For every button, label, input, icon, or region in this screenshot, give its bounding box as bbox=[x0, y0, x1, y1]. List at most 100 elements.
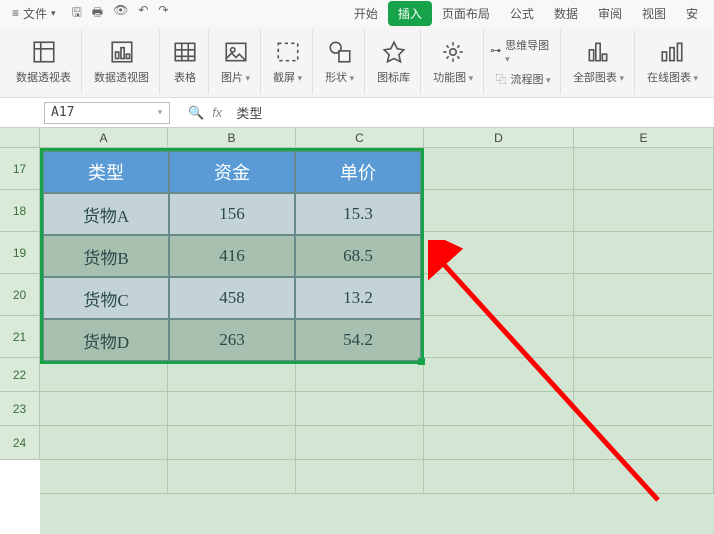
row-header[interactable]: 17 bbox=[0, 148, 40, 190]
row-header[interactable]: 21 bbox=[0, 316, 40, 358]
quick-access-toolbar: 🖫 🖶 👁 ↶ ↷ bbox=[72, 3, 169, 24]
row-header[interactable]: 19 bbox=[0, 232, 40, 274]
pivot-table-icon bbox=[31, 39, 57, 65]
pivot-table-label: 数据透视表 bbox=[16, 69, 71, 85]
cell-price[interactable]: 54.2 bbox=[295, 319, 421, 361]
col-header-d[interactable]: D bbox=[424, 128, 574, 148]
table-button[interactable]: 表格 bbox=[162, 30, 209, 94]
table-header-row: 类型 资金 单价 bbox=[43, 151, 421, 193]
icon-library-button[interactable]: 图标库 bbox=[367, 30, 421, 94]
cell-type[interactable]: 货物C bbox=[43, 277, 169, 319]
cell-price[interactable]: 68.5 bbox=[295, 235, 421, 277]
picture-icon bbox=[223, 39, 249, 65]
cell-header-fund[interactable]: 资金 bbox=[169, 151, 295, 193]
cell-header-price[interactable]: 单价 bbox=[295, 151, 421, 193]
col-header-c[interactable]: C bbox=[296, 128, 424, 148]
name-box[interactable]: A17 bbox=[44, 102, 170, 124]
row-header[interactable]: 24 bbox=[0, 426, 40, 460]
table-row: 货物B 416 68.5 bbox=[43, 235, 421, 277]
flowchart-label: 流程图 bbox=[511, 71, 551, 87]
tab-insert[interactable]: 插入 bbox=[388, 1, 432, 26]
column-headers: A B C D E bbox=[40, 128, 714, 148]
cell-fund[interactable]: 263 bbox=[169, 319, 295, 361]
all-charts-label: 全部图表 bbox=[573, 69, 624, 85]
pivot-chart-button[interactable]: 数据透视图 bbox=[84, 30, 160, 94]
tab-review[interactable]: 审阅 bbox=[588, 1, 632, 26]
row-header[interactable]: 20 bbox=[0, 274, 40, 316]
zoom-icon[interactable]: 🔍 bbox=[188, 105, 204, 121]
col-header-e[interactable]: E bbox=[574, 128, 714, 148]
formula-bar: A17 🔍 fx bbox=[0, 98, 714, 128]
shapes-button[interactable]: 形状 bbox=[315, 30, 365, 94]
spreadsheet-grid[interactable]: A B C D E 17 18 19 20 21 22 23 24 类型 资金 … bbox=[0, 128, 714, 534]
picture-label: 图片 bbox=[221, 69, 250, 85]
table-row: 货物C 458 13.2 bbox=[43, 277, 421, 319]
formula-input[interactable] bbox=[230, 102, 714, 124]
tab-layout[interactable]: 页面布局 bbox=[432, 1, 500, 26]
ribbon: 数据透视表 数据透视图 表格 图片 截屏 形状 图标库 功能图 ⊶ 思维导图 ⿻流… bbox=[0, 26, 714, 98]
tab-formula[interactable]: 公式 bbox=[500, 1, 544, 26]
name-box-value: A17 bbox=[51, 105, 74, 120]
cell-fund[interactable]: 416 bbox=[169, 235, 295, 277]
table-row: 货物A 156 15.3 bbox=[43, 193, 421, 235]
screenshot-icon bbox=[275, 39, 301, 65]
row-header[interactable]: 18 bbox=[0, 190, 40, 232]
chevron-down-icon: ▾ bbox=[51, 8, 56, 19]
tab-more[interactable]: 安 bbox=[676, 1, 708, 26]
selected-range: 类型 资金 单价 货物A 156 15.3 货物B 416 68.5 货物C 4… bbox=[40, 148, 424, 364]
screenshot-button[interactable]: 截屏 bbox=[263, 30, 313, 94]
icon-lib-label: 图标库 bbox=[377, 69, 410, 85]
fx-icon[interactable]: fx bbox=[212, 105, 222, 120]
redo-icon[interactable]: ↷ bbox=[158, 3, 168, 24]
picture-button[interactable]: 图片 bbox=[211, 30, 261, 94]
row-headers: 17 18 19 20 21 22 23 24 bbox=[0, 148, 40, 460]
menu-icon: ≡ bbox=[12, 6, 19, 20]
mindmap-label: 思维导图 bbox=[505, 37, 556, 65]
online-chart-button[interactable]: 在线图表 bbox=[637, 30, 708, 94]
row-header[interactable]: 23 bbox=[0, 392, 40, 426]
screenshot-label: 截屏 bbox=[273, 69, 302, 85]
shapes-label: 形状 bbox=[325, 69, 354, 85]
menu-bar: ≡ 文件 ▾ 🖫 🖶 👁 ↶ ↷ 开始 插入 页面布局 公式 数据 审阅 视图 … bbox=[0, 0, 714, 26]
col-header-b[interactable]: B bbox=[168, 128, 296, 148]
fx-icons: 🔍 fx bbox=[188, 105, 222, 121]
print-preview-icon[interactable]: 👁 bbox=[113, 3, 128, 24]
file-menu-button[interactable]: ≡ 文件 ▾ bbox=[6, 3, 62, 24]
undo-icon[interactable]: ↶ bbox=[138, 3, 148, 24]
fill-handle[interactable] bbox=[418, 358, 425, 365]
cell-header-type[interactable]: 类型 bbox=[43, 151, 169, 193]
table-row: 货物D 263 54.2 bbox=[43, 319, 421, 361]
cell-price[interactable]: 13.2 bbox=[295, 277, 421, 319]
flowchart-button[interactable]: ⿻流程图 bbox=[496, 71, 551, 87]
cell-type[interactable]: 货物D bbox=[43, 319, 169, 361]
online-chart-icon bbox=[659, 39, 685, 65]
tab-view[interactable]: 视图 bbox=[632, 1, 676, 26]
all-charts-icon bbox=[585, 39, 611, 65]
ribbon-tabs: 开始 插入 页面布局 公式 数据 审阅 视图 安 bbox=[344, 1, 708, 26]
tab-data[interactable]: 数据 bbox=[544, 1, 588, 26]
cell-fund[interactable]: 156 bbox=[169, 193, 295, 235]
feature-chart-button[interactable]: 功能图 bbox=[423, 30, 484, 94]
shapes-icon bbox=[327, 39, 353, 65]
all-charts-button[interactable]: 全部图表 bbox=[563, 30, 635, 94]
cell-type[interactable]: 货物A bbox=[43, 193, 169, 235]
cell-fund[interactable]: 458 bbox=[169, 277, 295, 319]
feature-chart-label: 功能图 bbox=[433, 69, 473, 85]
pivot-table-button[interactable]: 数据透视表 bbox=[6, 30, 82, 94]
print-icon[interactable]: 🖶 bbox=[92, 3, 103, 24]
save-icon[interactable]: 🖫 bbox=[72, 3, 82, 24]
mindmap-icon: ⊶ bbox=[490, 44, 501, 57]
row-header[interactable]: 22 bbox=[0, 358, 40, 392]
table-icon bbox=[172, 39, 198, 65]
mindmap-button[interactable]: ⊶ 思维导图 bbox=[490, 37, 556, 65]
select-all-corner[interactable] bbox=[0, 128, 40, 148]
col-header-a[interactable]: A bbox=[40, 128, 168, 148]
feature-chart-icon bbox=[440, 39, 466, 65]
tab-start[interactable]: 开始 bbox=[344, 1, 388, 26]
flowchart-icon: ⿻ bbox=[496, 71, 507, 87]
cell-price[interactable]: 15.3 bbox=[295, 193, 421, 235]
online-chart-label: 在线图表 bbox=[647, 69, 698, 85]
diagram-group: ⊶ 思维导图 ⿻流程图 bbox=[486, 30, 561, 94]
cell-type[interactable]: 货物B bbox=[43, 235, 169, 277]
table-label: 表格 bbox=[174, 69, 196, 85]
